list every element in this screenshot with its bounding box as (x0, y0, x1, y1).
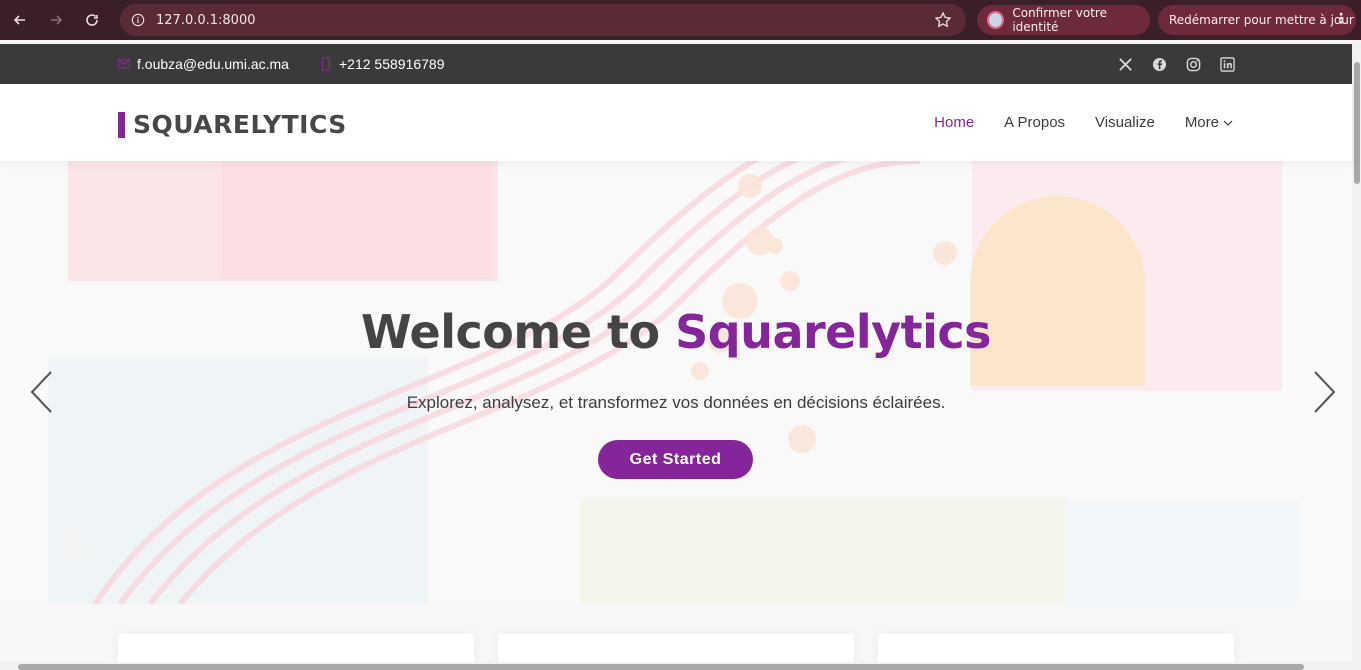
site-logo[interactable]: SQUARELYTICS (118, 110, 347, 139)
features-section (0, 604, 1352, 670)
reload-button[interactable] (76, 4, 108, 36)
chevron-down-icon (1223, 120, 1233, 126)
bookmark-star-icon[interactable] (934, 11, 952, 29)
nav-more-label: More (1184, 114, 1219, 131)
site-header: SQUARELYTICS Home A Propos Visualize Mor… (0, 84, 1352, 161)
carousel-prev-icon[interactable] (27, 369, 57, 415)
instagram-icon[interactable] (1184, 55, 1202, 73)
restart-label: Redémarrer pour mettre à jour (1169, 13, 1354, 27)
horizontal-scrollbar[interactable] (0, 662, 1352, 670)
arrow-left-icon (13, 15, 25, 25)
contact-topbar: f.oubza@edu.umi.ac.ma +212 558916789 (0, 44, 1352, 84)
logo-text[interactable]: SQUARELYTICS (133, 110, 347, 139)
get-started-button[interactable]: Get Started (598, 440, 753, 479)
main-navigation: Home A Propos Visualize More (934, 114, 1233, 131)
url-text[interactable]: 127.0.0.1:8000 (156, 13, 256, 28)
kebab-menu-icon[interactable]: ⋮ (1334, 11, 1348, 27)
phone-icon (321, 57, 331, 71)
carousel-next-icon[interactable] (1309, 369, 1339, 415)
forward-button[interactable] (40, 4, 72, 36)
reload-icon (86, 14, 98, 26)
nav-apropos[interactable]: A Propos (1004, 114, 1065, 131)
vertical-scroll-thumb[interactable] (1354, 62, 1360, 184)
linkedin-icon[interactable] (1218, 55, 1236, 73)
social-links (1116, 55, 1236, 73)
nav-visualize[interactable]: Visualize (1095, 114, 1155, 131)
address-bar[interactable]: 127.0.0.1:8000 (120, 4, 966, 36)
horizontal-scroll-thumb[interactable] (18, 664, 1304, 670)
email-text[interactable]: f.oubza@edu.umi.ac.ma (137, 56, 289, 72)
vertical-scrollbar[interactable] (1352, 44, 1361, 670)
arrow-right-icon (51, 15, 63, 25)
hero-subtitle: Explorez, analysez, et transformez vos d… (406, 393, 946, 412)
profile-avatar-icon (987, 11, 1005, 29)
browser-toolbar: 127.0.0.1:8000 Confirmer votre identité … (0, 0, 1361, 40)
hero-carousel: Welcome to Squarelytics Explorez, analys… (0, 161, 1352, 604)
x-icon[interactable] (1116, 55, 1134, 73)
restart-update-button[interactable]: Redémarrer pour mettre à jour ⋮ (1158, 5, 1356, 35)
hero-title-accent: Squarelytics (675, 305, 992, 359)
hero-title: Welcome to Squarelytics (0, 305, 1352, 359)
site-info-icon[interactable] (128, 10, 148, 30)
phone-text[interactable]: +212 558916789 (339, 56, 445, 72)
identity-button[interactable]: Confirmer votre identité (977, 5, 1150, 35)
back-button[interactable] (4, 4, 36, 36)
envelope-icon (117, 59, 131, 69)
phone-contact[interactable]: +212 558916789 (319, 56, 445, 72)
logo-bar (118, 111, 125, 138)
nav-home[interactable]: Home (934, 114, 974, 131)
email-contact[interactable]: f.oubza@edu.umi.ac.ma (117, 56, 289, 72)
hero-title-prefix: Welcome to (360, 305, 676, 359)
hero-overlay (0, 161, 1352, 604)
nav-more-dropdown[interactable]: More (1185, 114, 1233, 131)
facebook-icon[interactable] (1150, 55, 1168, 73)
identity-label: Confirmer votre identité (1012, 6, 1107, 34)
